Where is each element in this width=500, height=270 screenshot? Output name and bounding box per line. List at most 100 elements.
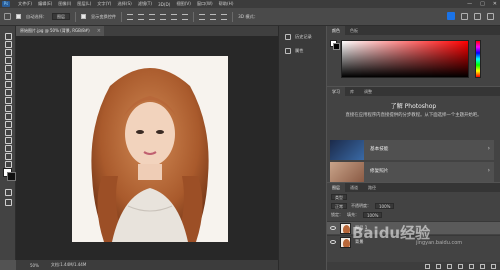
color-panel-tabs: 颜色 色板 <box>327 26 500 35</box>
watermark-url: jingyan.baidu.com <box>416 240 463 246</box>
lasso-tool-icon[interactable] <box>4 48 12 56</box>
quick-select-tool-icon[interactable] <box>4 56 12 64</box>
eyedropper-tool-icon[interactable] <box>4 72 12 80</box>
visibility-eye-icon[interactable] <box>330 240 336 244</box>
tab-swatches[interactable]: 色板 <box>345 26 363 35</box>
adjustment-icon[interactable] <box>458 263 463 269</box>
visibility-eye-icon[interactable] <box>330 226 336 230</box>
tab-libraries[interactable]: 库 <box>345 87 359 96</box>
marquee-tool-icon[interactable] <box>4 40 12 48</box>
folder-icon[interactable] <box>469 263 474 269</box>
blend-mode-dropdown[interactable]: 正常 <box>331 203 347 209</box>
chevron-right-icon: › <box>487 167 490 174</box>
menu-3d[interactable]: 3D(D) <box>158 2 170 7</box>
zoom-level[interactable]: 50% <box>30 263 39 268</box>
pen-tool-icon[interactable] <box>4 136 12 144</box>
layer-filter-dropdown[interactable]: 类型 <box>331 194 347 200</box>
align-right-icon[interactable] <box>182 13 189 20</box>
stamp-tool-icon[interactable] <box>4 96 12 104</box>
tab-adjustments[interactable]: 调整 <box>359 87 377 96</box>
search-icon[interactable] <box>461 12 468 20</box>
properties-panel-button[interactable]: 属性 <box>285 48 303 54</box>
crop-tool-icon[interactable] <box>4 64 12 72</box>
align-center-icon[interactable] <box>171 13 178 20</box>
menu-type[interactable]: 文字(Y) <box>97 1 111 7</box>
menu-select[interactable]: 选择(S) <box>117 1 131 7</box>
hand-tool-icon[interactable] <box>4 160 12 168</box>
workspace-icon[interactable] <box>474 12 481 20</box>
align-middle-icon[interactable] <box>138 13 145 20</box>
cloud-icon[interactable] <box>447 12 455 20</box>
auto-select-dropdown[interactable]: 图层 <box>51 13 70 20</box>
menu-edit[interactable]: 编辑(E) <box>38 1 52 7</box>
tab-layers[interactable]: 图层 <box>327 183 345 192</box>
link-icon[interactable] <box>425 263 430 269</box>
color-picker-field[interactable] <box>341 40 469 78</box>
minimize-button[interactable]: — <box>467 1 472 7</box>
3d-mode-label: 3D 模式： <box>238 13 258 19</box>
portrait-image[interactable] <box>72 56 228 242</box>
screen-mode-icon[interactable] <box>4 198 12 206</box>
dodge-tool-icon[interactable] <box>4 128 12 136</box>
menu-image[interactable]: 图像(I) <box>58 1 71 7</box>
document-tab-bar: 原始图片.jpg @ 50% (背景, RGB/8#) × <box>16 26 278 36</box>
menu-filter[interactable]: 滤镜(T) <box>138 1 152 7</box>
auto-select-label: 自动选择： <box>26 13 47 19</box>
align-left-icon[interactable] <box>160 13 167 20</box>
close-tab-icon[interactable]: × <box>97 26 101 36</box>
menu-layer[interactable]: 图层(L) <box>77 1 91 7</box>
menu-help[interactable]: 帮助(H) <box>219 1 234 7</box>
new-layer-icon[interactable] <box>480 263 485 269</box>
tab-color[interactable]: 颜色 <box>327 26 345 35</box>
eraser-tool-icon[interactable] <box>4 112 12 120</box>
learn-title: 了解 Photoshop <box>390 103 437 110</box>
tab-paths[interactable]: 路径 <box>363 183 381 192</box>
share-icon[interactable] <box>487 12 494 20</box>
auto-select-checkbox[interactable] <box>16 14 21 19</box>
collapsed-panels: 历史记录 属性 <box>278 26 326 270</box>
path-select-tool-icon[interactable] <box>4 152 12 160</box>
move-tool-icon[interactable] <box>4 32 12 40</box>
maximize-button[interactable]: □ <box>480 1 485 7</box>
brush-tool-icon[interactable] <box>4 88 12 96</box>
distribute-middle-icon[interactable] <box>210 13 217 20</box>
opacity-input[interactable]: 100% <box>375 203 395 209</box>
mask-icon[interactable] <box>447 263 452 269</box>
move-tool-icon[interactable] <box>4 13 11 20</box>
separator <box>74 11 76 22</box>
menu-window[interactable]: 窗口(W) <box>197 1 213 7</box>
close-window-button[interactable]: ✕ <box>493 1 497 7</box>
align-bottom-icon[interactable] <box>149 13 156 20</box>
healing-tool-icon[interactable] <box>4 80 12 88</box>
distribute-top-icon[interactable] <box>199 13 206 20</box>
hue-slider[interactable] <box>475 40 481 78</box>
card-thumbnail <box>330 140 364 160</box>
panel-background-swatch[interactable] <box>333 43 340 50</box>
history-panel-button[interactable]: 历史记录 <box>285 34 312 40</box>
distribute-bottom-icon[interactable] <box>221 13 228 20</box>
fx-icon[interactable] <box>436 263 441 269</box>
align-top-icon[interactable] <box>127 13 134 20</box>
properties-icon <box>285 48 291 54</box>
menu-file[interactable]: 文件(F) <box>18 1 32 7</box>
type-tool-icon[interactable] <box>4 144 12 152</box>
document-tab[interactable]: 原始图片.jpg @ 50% (背景, RGB/8#) × <box>16 26 104 36</box>
topright-icons <box>447 12 494 20</box>
gradient-tool-icon[interactable] <box>4 120 12 128</box>
background-color-swatch[interactable] <box>7 172 16 181</box>
learn-card-basics[interactable]: 基本技能 › <box>330 140 494 160</box>
menu-view[interactable]: 视图(V) <box>176 1 191 7</box>
properties-label: 属性 <box>295 48 304 53</box>
history-brush-tool-icon[interactable] <box>4 104 12 112</box>
learn-card-fix-photos[interactable]: 修复照片 › <box>330 162 494 182</box>
quick-mask-icon[interactable] <box>4 188 12 196</box>
tab-channels[interactable]: 通道 <box>345 183 363 192</box>
options-bar: 自动选择： 图层 显示变换控件 3D 模式： <box>0 8 500 26</box>
tab-learn[interactable]: 学习 <box>327 87 345 96</box>
fill-input[interactable]: 100% <box>363 212 383 218</box>
document-info: 文档:1.44M/1.44M <box>50 262 87 267</box>
show-transform-checkbox[interactable] <box>80 14 86 19</box>
card-thumbnail <box>330 162 364 182</box>
trash-icon[interactable] <box>491 263 496 269</box>
blend-opacity-row: 正常 不透明度： 100% <box>327 202 500 210</box>
